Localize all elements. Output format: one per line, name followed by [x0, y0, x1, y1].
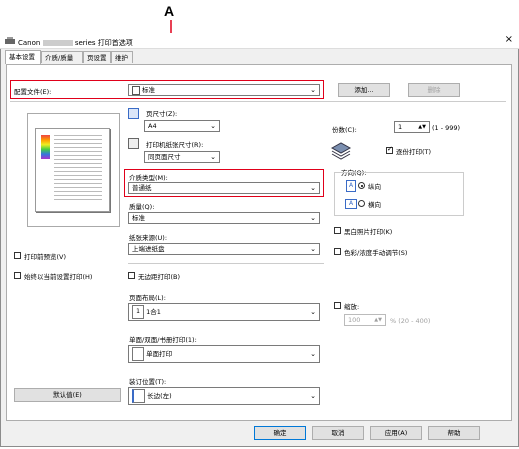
tab-media[interactable]: 介质/质量	[41, 51, 83, 63]
chevron-down-icon: ⌄	[310, 214, 316, 222]
chevron-down-icon: ⌄	[310, 245, 316, 253]
page-size-dropdown[interactable]: A4 ⌄	[144, 120, 220, 132]
paper-source-dropdown[interactable]: 上端进纸盘 ⌄	[128, 243, 320, 255]
preview-before-label: 打印前预览(V)	[24, 253, 67, 261]
collate-checkbox[interactable]	[386, 145, 393, 154]
delete-button[interactable]: 删除	[408, 83, 460, 97]
separator	[10, 101, 506, 102]
chevron-down-icon: ⌄	[210, 153, 216, 161]
stack-icon	[330, 142, 352, 160]
duplex-label: 单面/双面/书册打印(1):	[129, 336, 197, 344]
borderless-checkbox[interactable]	[128, 272, 135, 279]
highlight-media-type	[124, 169, 324, 197]
landscape-label: 横向	[368, 201, 381, 209]
color-adjust-label: 色彩/浓度手动调节(S)	[344, 249, 408, 257]
preview-before-checkbox[interactable]	[14, 252, 21, 259]
page-size-icon	[128, 108, 139, 119]
duplex-dropdown[interactable]: 单面打印 ⌄	[128, 345, 320, 363]
spinner-icon[interactable]: ▲▼	[418, 122, 426, 132]
binding-label: 装订位置(T):	[129, 378, 167, 386]
grayscale-checkbox[interactable]	[334, 227, 341, 234]
binding-icon	[132, 389, 145, 403]
tab-page-setup[interactable]: 页设置	[83, 51, 111, 63]
printer-paper-icon	[128, 138, 139, 149]
copies-label: 份数(C):	[332, 126, 357, 134]
printer-paper-dropdown[interactable]: 同页面尺寸 ⌄	[144, 151, 220, 163]
orientation-group	[334, 172, 464, 216]
apply-button[interactable]: 应用(A)	[370, 426, 422, 440]
collate-label: 逐份打印(T)	[396, 148, 432, 156]
printer-paper-label: 打印机纸张尺寸(R):	[146, 141, 204, 149]
always-current-checkbox[interactable]	[14, 272, 21, 279]
chevron-down-icon: ⌄	[210, 122, 216, 130]
close-button[interactable]: ×	[505, 34, 513, 45]
preview-lines	[54, 135, 102, 203]
add-button[interactable]: 添加...	[338, 83, 390, 97]
portrait-label: 纵向	[368, 183, 381, 191]
spinner-icon[interactable]: ▲▼	[374, 315, 382, 325]
printer-icon	[5, 37, 15, 44]
chevron-down-icon: ⌄	[310, 392, 316, 400]
chevron-down-icon: ⌄	[310, 308, 316, 316]
scaling-range: % (20 - 400)	[390, 317, 431, 325]
ok-button[interactable]: 确定	[254, 426, 306, 440]
quality-dropdown[interactable]: 标准 ⌄	[128, 212, 320, 224]
scaling-label: 缩放:	[344, 303, 360, 311]
window-title: Canon series 打印首选项	[18, 39, 133, 47]
always-current-label: 始终以当前设置打印(H)	[24, 273, 93, 281]
layout-icon: 1	[132, 305, 144, 319]
separator-mid	[128, 263, 324, 264]
paper-source-label: 纸张来源(U):	[129, 234, 168, 242]
chevron-down-icon: ⌄	[310, 350, 316, 358]
tab-basic[interactable]: 基本设置	[5, 50, 41, 64]
scaling-checkbox[interactable]	[334, 302, 341, 309]
portrait-icon: A	[346, 180, 356, 192]
duplex-icon	[132, 347, 144, 361]
layout-label: 页面布局(L):	[129, 294, 166, 302]
page-size-label: 页尺寸(Z):	[146, 110, 178, 118]
grayscale-label: 黑白照片打印(K)	[344, 228, 393, 236]
color-adjust-checkbox[interactable]	[334, 248, 341, 255]
portrait-radio[interactable]	[358, 182, 365, 189]
tab-maintenance[interactable]: 维护	[111, 51, 133, 63]
scaling-input[interactable]: 100 ▲▼	[344, 314, 386, 326]
copies-range: (1 - 999)	[432, 124, 461, 132]
copies-input[interactable]: 1 ▲▼	[394, 121, 430, 133]
binding-dropdown[interactable]: 长边(左) ⌄	[128, 387, 320, 405]
preview-image	[41, 135, 50, 159]
quality-label: 质量(Q):	[129, 203, 155, 211]
layout-dropdown[interactable]: 1 1合1 ⌄	[128, 303, 320, 321]
landscape-icon: A	[345, 199, 357, 209]
borderless-label: 无边距打印(B)	[138, 273, 181, 281]
defaults-button[interactable]: 默认值(E)	[14, 388, 121, 402]
highlight-profile	[10, 80, 324, 99]
paper-preview	[35, 128, 110, 212]
landscape-radio[interactable]	[358, 200, 365, 207]
cancel-button[interactable]: 取消	[312, 426, 364, 440]
help-button[interactable]: 帮助	[428, 426, 480, 440]
